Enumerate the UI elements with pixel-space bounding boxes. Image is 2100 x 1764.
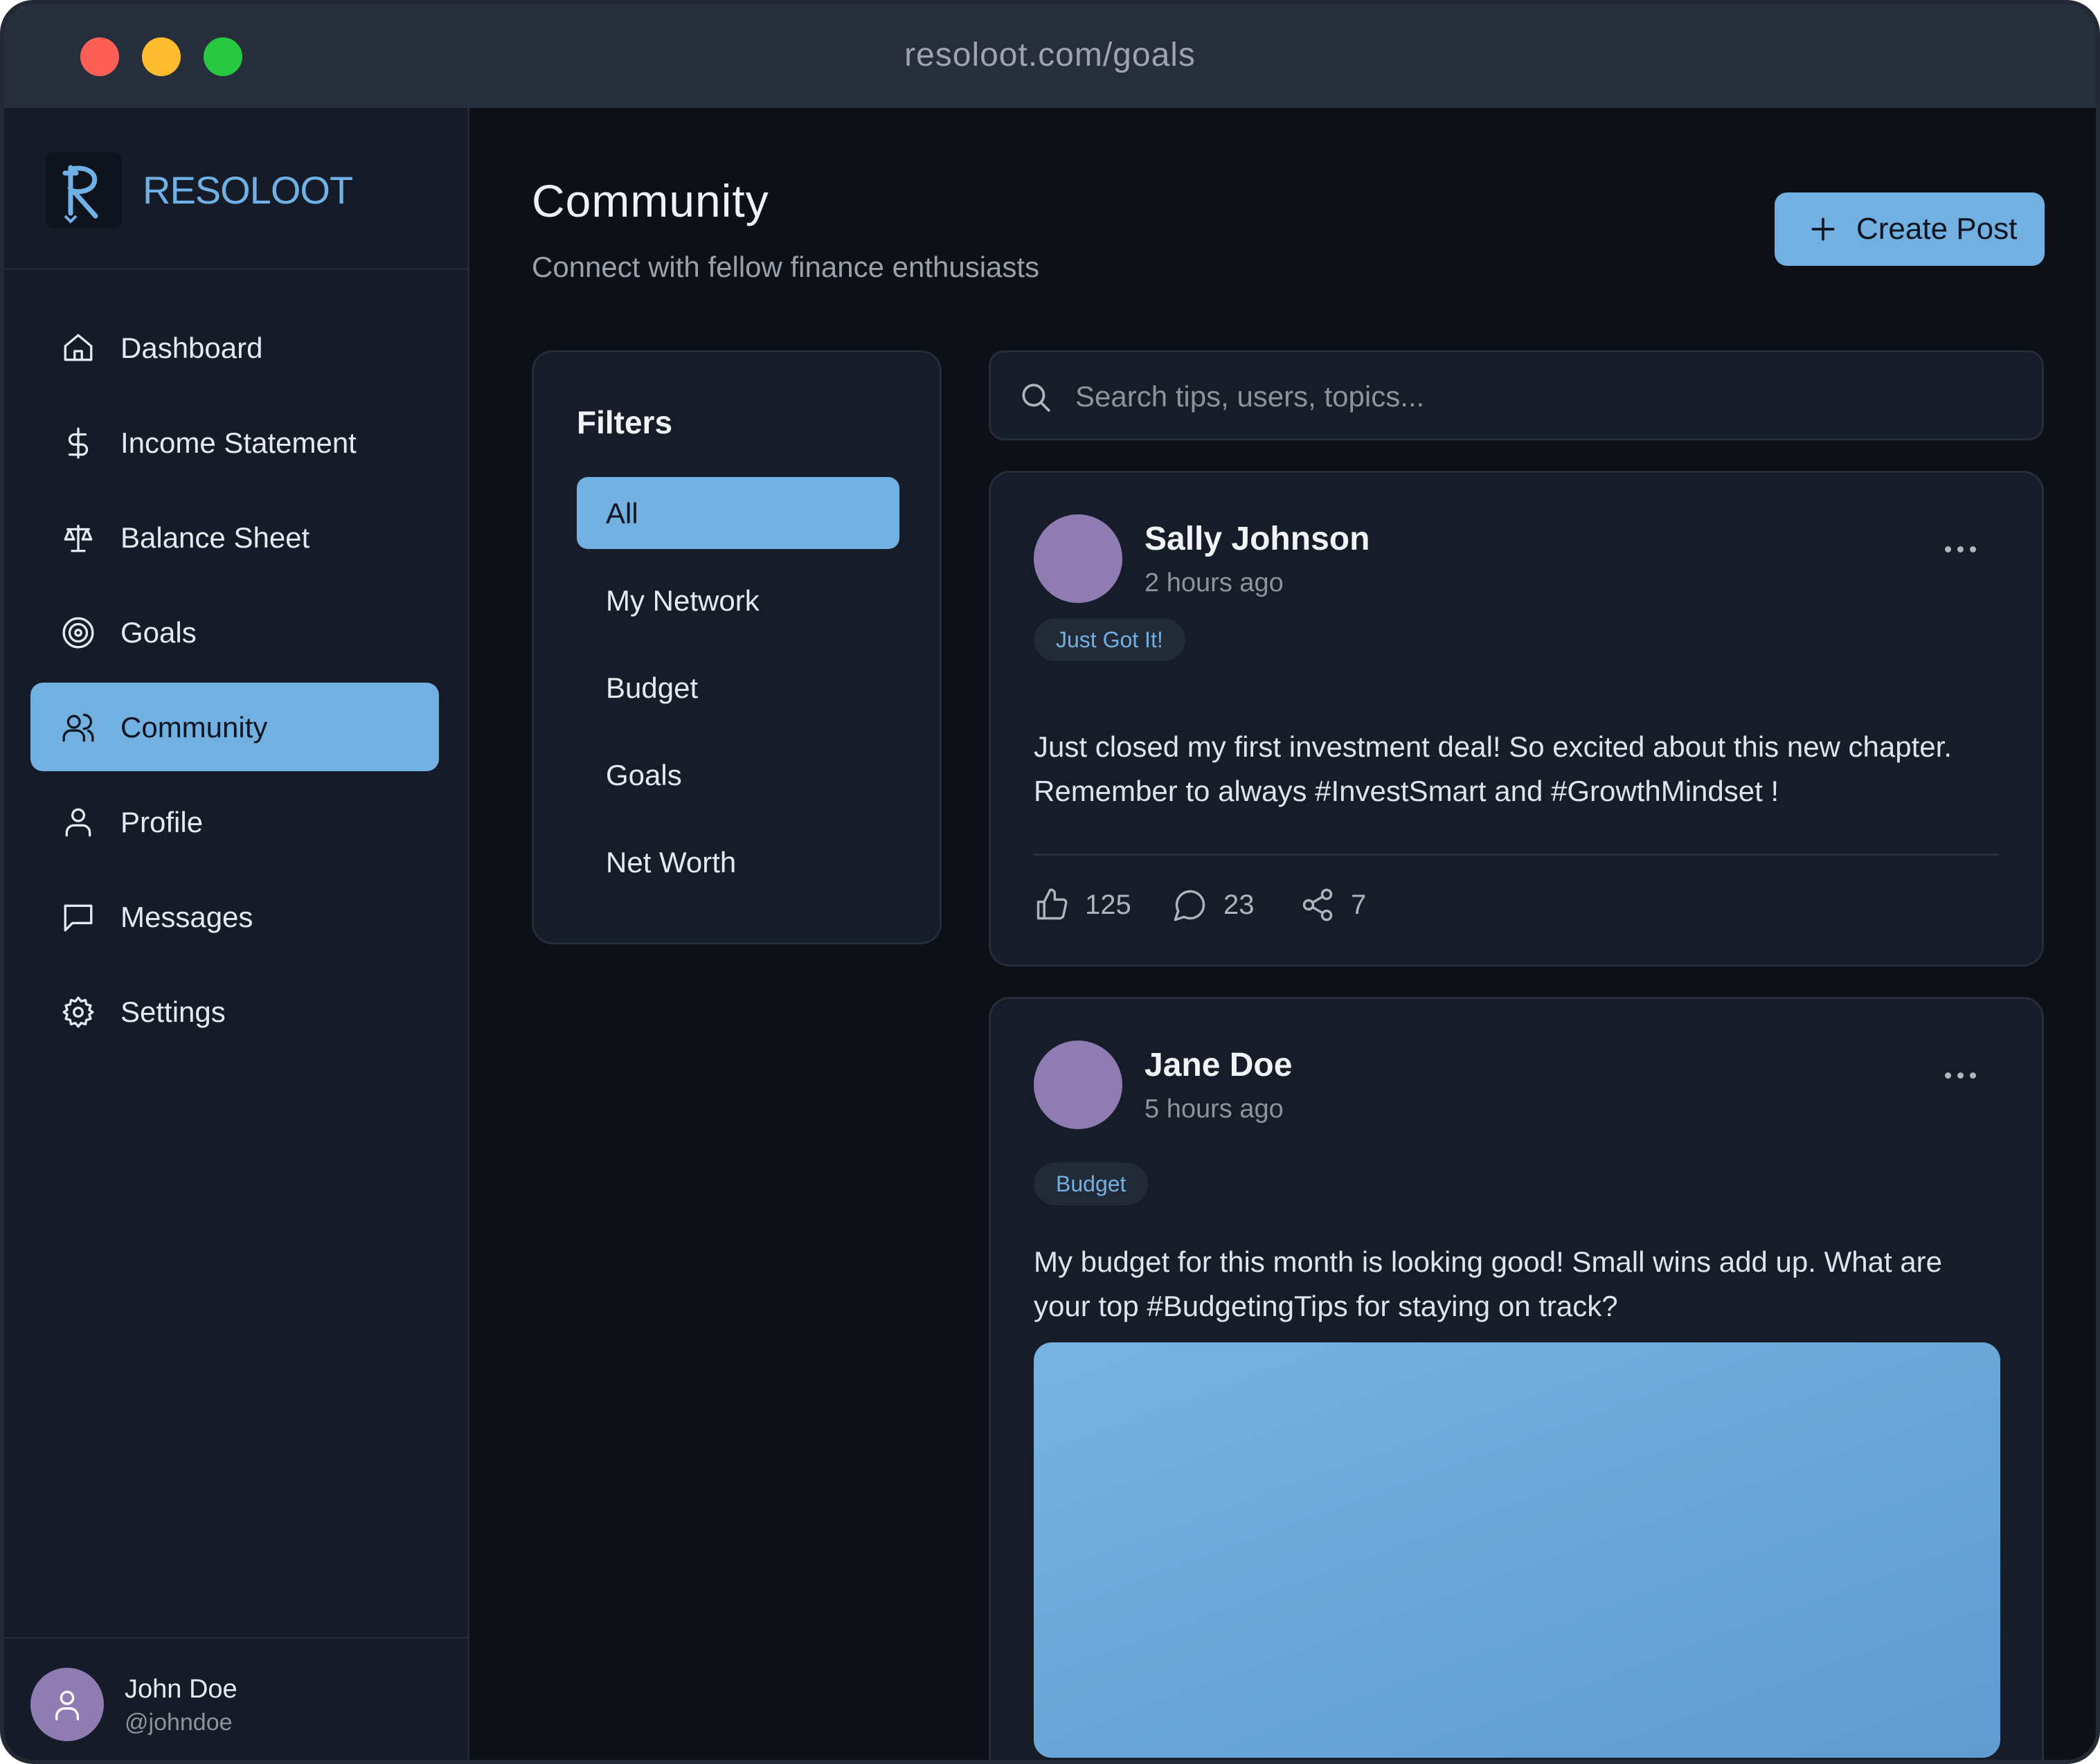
filter-label: My Network [606, 584, 760, 617]
sidebar-item-label: Goals [120, 616, 197, 649]
share-icon [1302, 888, 1333, 921]
message-icon [64, 904, 93, 932]
app-window: resoloot.com/goals RESOLOOT Dashboard In… [0, 0, 2100, 1764]
sidebar-item-label: Dashboard [120, 332, 263, 364]
users-icon [62, 714, 94, 742]
post-author[interactable]: Jane Doe [1145, 1046, 1292, 1084]
thumbs-up-icon [1036, 888, 1068, 920]
title-bar: resoloot.com/goals [4, 4, 2096, 108]
avatar[interactable] [30, 1668, 104, 1741]
search-input[interactable] [1074, 372, 2011, 422]
target-icon [62, 617, 94, 649]
filter-net-worth[interactable]: Net Worth [577, 826, 899, 898]
scale-icon [64, 525, 93, 552]
sidebar-item-profile[interactable]: Profile [30, 777, 439, 866]
user-icon [55, 1691, 80, 1720]
create-post-button[interactable]: Create Post [1775, 192, 2045, 266]
sidebar-item-label: Balance Sheet [120, 521, 310, 554]
post-tag[interactable]: Just Got It! [1034, 618, 1185, 661]
search-box[interactable] [989, 350, 2044, 440]
post-image[interactable] [1034, 1342, 2000, 1758]
share-button[interactable]: 7 [1300, 884, 1376, 926]
comment-icon [1174, 890, 1205, 921]
avatar[interactable] [1034, 514, 1122, 603]
main-content: Community Connect with fellow finance en… [469, 108, 2096, 1760]
sidebar-item-goals[interactable]: Goals [30, 588, 439, 676]
filter-label: Goals [606, 759, 682, 791]
sidebar-item-label: Profile [120, 806, 204, 838]
sidebar-item-label: Income Statement [120, 426, 357, 459]
filters-title: Filters [577, 404, 673, 440]
filter-label: Net Worth [606, 846, 737, 879]
filter-all[interactable]: All [577, 477, 899, 549]
search-icon [1022, 384, 1050, 412]
dollar-icon [68, 427, 89, 459]
like-count: 125 [1085, 890, 1131, 920]
sidebar-item-label: Settings [120, 996, 226, 1028]
page-title: Community [532, 175, 769, 226]
filter-label: Budget [606, 672, 699, 704]
sidebar-item-dashboard[interactable]: Dashboard [30, 303, 439, 392]
share-count: 7 [1351, 890, 1367, 920]
home-icon [64, 334, 93, 361]
post-body: Just closed my first investment deal! So… [1034, 730, 1952, 807]
sidebar-item-label: Community [120, 711, 268, 744]
filter-budget[interactable]: Budget [577, 651, 899, 723]
more-options-icon[interactable] [1945, 542, 1986, 556]
filter-goals[interactable]: Goals [577, 739, 899, 811]
sidebar-item-messages[interactable]: Messages [30, 872, 439, 961]
user-handle: @johndoe [125, 1709, 233, 1736]
sidebar-item-community[interactable]: Community [30, 683, 439, 771]
post-time: 2 hours ago [1145, 568, 1284, 597]
brand-name[interactable]: RESOLOOT [143, 168, 353, 213]
sidebar-item-balance-sheet[interactable]: Balance Sheet [30, 493, 439, 582]
post-card: Sally Johnson 2 hours ago Just Got It! J… [989, 471, 2044, 966]
like-button[interactable]: 125 [1034, 884, 1138, 926]
sidebar-item-label: Messages [120, 901, 253, 933]
user-name: John Doe [125, 1675, 237, 1704]
post-card: Jane Doe 5 hours ago Budget My budget fo… [989, 997, 2044, 1760]
filter-label: All [606, 497, 638, 530]
filters-panel: Filters All My Network Budget Goals Net … [532, 350, 942, 944]
page-subtitle: Connect with fellow finance enthusiasts [532, 251, 1040, 283]
gear-icon [62, 996, 94, 1028]
resoloot-logo-icon[interactable] [46, 152, 122, 228]
sidebar-item-income-statement[interactable]: Income Statement [30, 398, 439, 487]
avatar[interactable] [1034, 1041, 1122, 1129]
brand-header: RESOLOOT [4, 108, 467, 270]
create-post-label: Create Post [1856, 212, 2018, 246]
user-icon [65, 808, 91, 837]
address-bar-url[interactable]: resoloot.com/goals [4, 36, 2096, 74]
comment-count: 23 [1223, 890, 1255, 920]
sidebar: RESOLOOT Dashboard Income Statement Bala… [4, 108, 469, 1760]
more-options-icon[interactable] [1945, 1068, 1986, 1082]
post-tag[interactable]: Budget [1034, 1162, 1149, 1205]
divider [1034, 854, 1999, 856]
comment-button[interactable]: 23 [1172, 884, 1262, 926]
post-time: 5 hours ago [1145, 1095, 1284, 1124]
sidebar-item-settings[interactable]: Settings [30, 967, 439, 1056]
current-user[interactable]: John Doe @johndoe [4, 1637, 467, 1760]
post-body: My budget for this month is looking good… [1034, 1245, 1943, 1322]
post-author[interactable]: Sally Johnson [1145, 520, 1370, 558]
filter-my-network[interactable]: My Network [577, 564, 899, 636]
plus-icon [1811, 217, 1835, 241]
